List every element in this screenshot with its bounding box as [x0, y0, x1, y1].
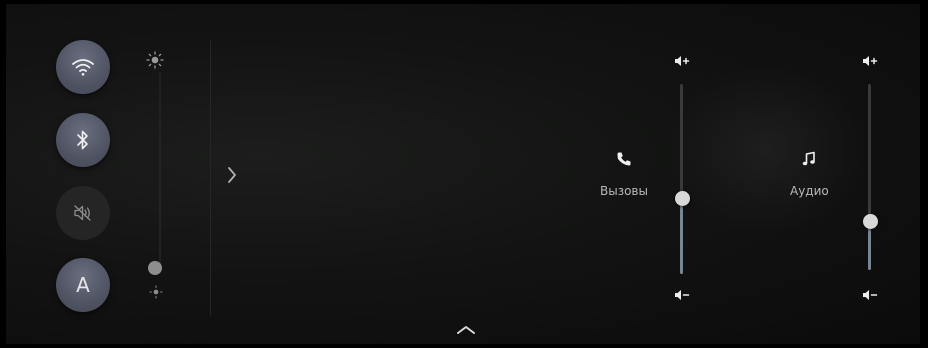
music-note-icon [802, 151, 815, 166]
speaker-mute-icon [74, 205, 91, 221]
chevron-right-icon[interactable] [226, 166, 238, 184]
control-panel: A Вызовы Аудио [6, 4, 920, 344]
wifi-toggle-button[interactable] [56, 40, 110, 94]
audio-volume-up-icon[interactable] [862, 55, 878, 67]
audio-volume-label: Аудио [790, 184, 829, 198]
brightness-slider-knob[interactable] [148, 261, 162, 275]
auto-mode-button[interactable]: A [56, 258, 110, 312]
audio-volume-down-icon[interactable] [862, 289, 878, 301]
bluetooth-toggle-button[interactable] [56, 113, 110, 167]
mute-toggle-button[interactable] [56, 186, 110, 240]
calls-volume-label: Вызовы [600, 184, 648, 198]
auto-mode-label: A [76, 273, 90, 297]
sun-small-icon [149, 285, 163, 299]
chevron-up-icon[interactable] [455, 324, 477, 336]
background-glow [666, 64, 866, 234]
calls-volume-fill [680, 198, 683, 274]
calls-volume-up-icon[interactable] [674, 55, 690, 67]
audio-volume-knob[interactable] [863, 214, 878, 230]
brightness-slider-track[interactable] [159, 72, 161, 272]
calls-volume-knob[interactable] [675, 190, 690, 206]
calls-volume-down-icon[interactable] [674, 289, 690, 301]
sun-icon [146, 51, 164, 69]
phone-icon [617, 152, 631, 166]
panel-divider [210, 40, 211, 316]
bluetooth-icon [77, 130, 88, 150]
wifi-icon [72, 59, 94, 76]
